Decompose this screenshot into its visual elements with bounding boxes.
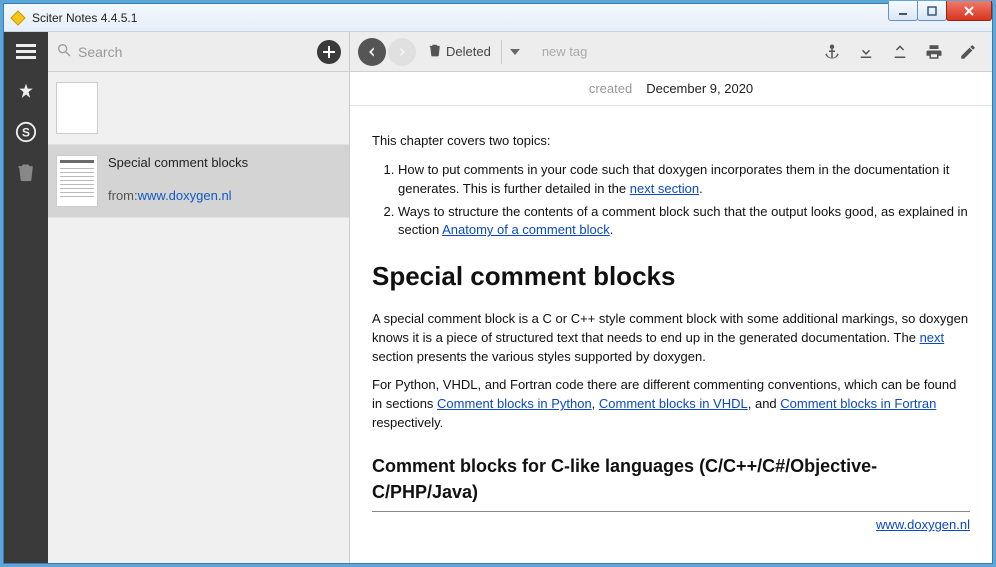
note-list-panel: Special comment blocks from:www.doxygen.… <box>48 32 350 563</box>
search-input[interactable] <box>78 44 317 60</box>
close-button[interactable] <box>946 1 992 21</box>
print-button[interactable] <box>918 37 950 67</box>
note-source-link[interactable]: www.doxygen.nl <box>138 188 232 203</box>
svg-text:S: S <box>22 126 30 140</box>
search-icon <box>56 42 72 61</box>
meta-row: created December 9, 2020 <box>350 72 992 106</box>
content-area: Deleted <box>350 32 992 563</box>
app-body: S <box>4 32 992 563</box>
created-date: December 9, 2020 <box>646 81 753 96</box>
left-rail: S <box>4 32 48 563</box>
doc-separator <box>372 511 970 512</box>
search-row <box>48 32 349 72</box>
source-link[interactable]: www.doxygen.nl <box>876 517 970 532</box>
trash-icon[interactable] <box>10 158 42 186</box>
vhdl-link[interactable]: Comment blocks in VHDL <box>599 396 748 411</box>
deleted-filter[interactable]: Deleted <box>422 40 526 64</box>
maximize-button[interactable] <box>917 1 947 21</box>
list-item: Ways to structure the contents of a comm… <box>398 203 970 241</box>
note-meta: Special comment blocks from:www.doxygen.… <box>108 155 248 207</box>
titlebar: Sciter Notes 4.4.5.1 <box>4 4 992 32</box>
doc-h2: Comment blocks for C-like languages (C/C… <box>372 453 970 505</box>
app-icon <box>10 10 26 26</box>
back-button[interactable] <box>358 38 386 66</box>
minimize-button[interactable] <box>888 1 918 21</box>
document-body[interactable]: This chapter covers two topics: How to p… <box>350 106 992 563</box>
download-button[interactable] <box>850 37 882 67</box>
edit-button[interactable] <box>952 37 984 67</box>
next-link[interactable]: next <box>920 330 945 345</box>
next-section-link[interactable]: next section <box>630 181 699 196</box>
chevron-down-icon[interactable] <box>501 40 520 64</box>
note-thumbnail <box>56 82 98 134</box>
anatomy-link[interactable]: Anatomy of a comment block <box>442 222 610 237</box>
note-item[interactable] <box>48 72 349 145</box>
anchor-button[interactable] <box>816 37 848 67</box>
doc-paragraph: For Python, VHDL, and Fortran code there… <box>372 376 970 433</box>
doc-h1: Special comment blocks <box>372 258 970 296</box>
trash-icon <box>428 42 442 61</box>
doc-topic-list: How to put comments in your code such th… <box>398 161 970 240</box>
app-window: Sciter Notes 4.4.5.1 S <box>3 3 993 564</box>
doc-intro: This chapter covers two topics: <box>372 132 970 151</box>
window-title: Sciter Notes 4.4.5.1 <box>32 11 137 25</box>
notes-scroll[interactable]: Special comment blocks from:www.doxygen.… <box>48 72 349 563</box>
content-toolbar: Deleted <box>350 32 992 72</box>
s-icon[interactable]: S <box>10 118 42 146</box>
favorites-icon[interactable] <box>10 78 42 106</box>
upload-button[interactable] <box>884 37 916 67</box>
created-label: created <box>589 81 632 96</box>
window-controls <box>889 1 992 21</box>
new-tag-input[interactable] <box>542 44 652 59</box>
deleted-label: Deleted <box>446 44 491 59</box>
doc-paragraph: A special comment block is a C or C++ st… <box>372 310 970 367</box>
note-source: from:www.doxygen.nl <box>108 188 248 203</box>
python-link[interactable]: Comment blocks in Python <box>437 396 592 411</box>
menu-button[interactable] <box>10 38 42 66</box>
fortran-link[interactable]: Comment blocks in Fortran <box>780 396 936 411</box>
list-item: How to put comments in your code such th… <box>398 161 970 199</box>
note-title: Special comment blocks <box>108 155 248 170</box>
forward-button[interactable] <box>388 38 416 66</box>
note-thumbnail <box>56 155 98 207</box>
source-link-row: www.doxygen.nl <box>372 516 970 535</box>
add-note-button[interactable] <box>317 40 341 64</box>
note-item[interactable]: Special comment blocks from:www.doxygen.… <box>48 145 349 218</box>
